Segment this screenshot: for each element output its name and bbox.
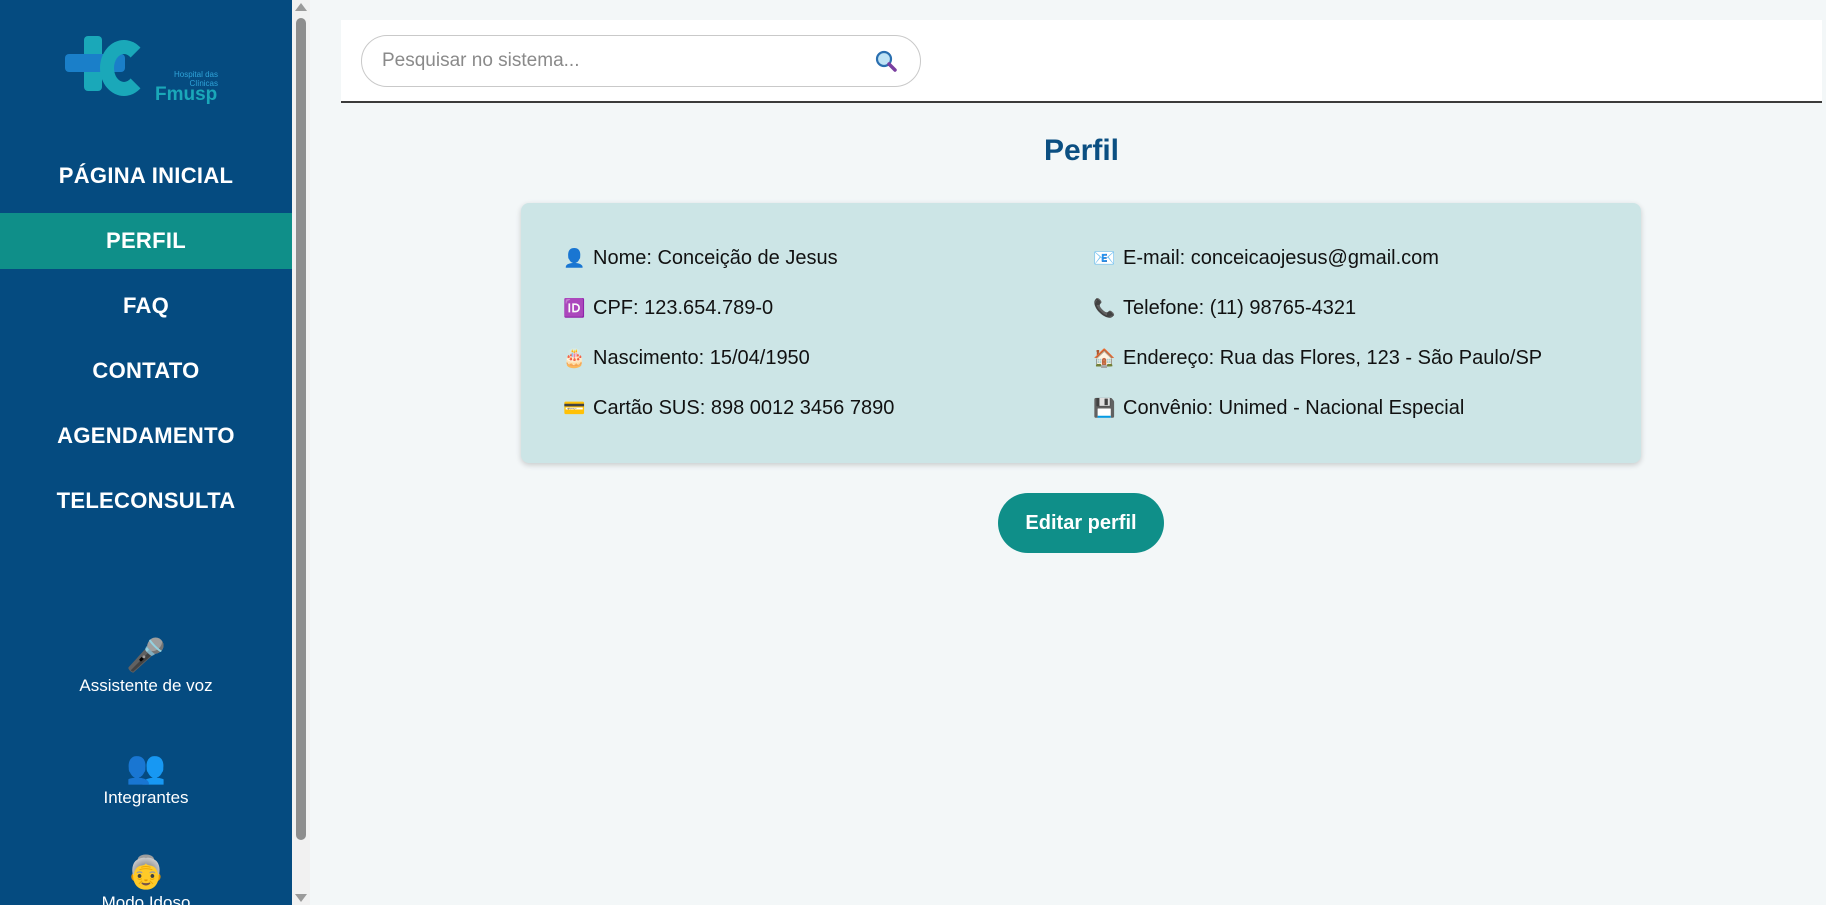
nav-item-pagina-inicial[interactable]: PÁGINA INICIAL bbox=[0, 148, 292, 204]
elderly-person-icon: 👵 bbox=[126, 854, 166, 890]
scroll-thumb[interactable] bbox=[296, 18, 306, 840]
phone-icon: 📞 bbox=[1093, 298, 1116, 318]
elder-mode-label: Modo Idoso bbox=[101, 893, 191, 905]
nav-item-agendamento[interactable]: AGENDAMENTO bbox=[0, 408, 292, 464]
members-button[interactable]: 👥 Integrantes bbox=[0, 748, 292, 808]
logo-brand-text: Fmusp bbox=[155, 84, 218, 105]
logo-c-shape bbox=[100, 40, 148, 96]
voice-assistant-button[interactable]: 🎤 Assistente de voz bbox=[0, 636, 292, 696]
profile-birth-text: Nascimento: 15/04/1950 bbox=[593, 347, 810, 369]
profile-phone-text: Telefone: (11) 98765-4321 bbox=[1123, 297, 1357, 319]
sidebar-scrollbar[interactable] bbox=[292, 0, 310, 905]
profile-address-field: 🏠 Endereço: Rua das Flores, 123 - São Pa… bbox=[1093, 347, 1542, 370]
nav-item-contato[interactable]: CONTATO bbox=[0, 343, 292, 399]
profile-name-field: 👤 Nome: Conceição de Jesus bbox=[563, 247, 838, 270]
scroll-down-arrow-icon[interactable] bbox=[295, 894, 307, 902]
profile-insurance-text: Convênio: Unimed - Nacional Especial bbox=[1123, 397, 1465, 419]
profile-email-field: 📧 E-mail: conceicaojesus@gmail.com bbox=[1093, 247, 1439, 270]
people-icon: 👥 bbox=[126, 749, 166, 785]
main-nav: PÁGINA INICIAL PERFIL FAQ CONTATO AGENDA… bbox=[0, 148, 292, 538]
profile-address-text: Endereço: Rua das Flores, 123 - São Paul… bbox=[1123, 347, 1543, 369]
search-input[interactable] bbox=[382, 36, 862, 86]
profile-sus-field: 💳 Cartão SUS: 898 0012 3456 7890 bbox=[563, 397, 894, 420]
page-title: Perfil bbox=[1043, 134, 1120, 167]
nav-item-teleconsulta[interactable]: TELECONSULTA bbox=[0, 473, 292, 529]
members-label: Integrantes bbox=[103, 788, 189, 807]
elder-mode-button[interactable]: 👵 Modo Idoso bbox=[0, 853, 292, 905]
email-icon: 📧 bbox=[1093, 248, 1116, 268]
hospital-logo[interactable]: Hospital das Clínicas Fmusp bbox=[60, 30, 230, 110]
scroll-up-arrow-icon[interactable] bbox=[295, 3, 307, 11]
edit-profile-button[interactable]: Editar perfil bbox=[998, 493, 1164, 553]
profile-cpf-field: 🆔 CPF: 123.654.789-0 bbox=[563, 297, 773, 320]
nav-item-faq[interactable]: FAQ bbox=[0, 278, 292, 334]
profile-birth-field: 🎂 Nascimento: 15/04/1950 bbox=[563, 347, 810, 370]
id-icon: 🆔 bbox=[563, 298, 586, 318]
credit-card-icon: 💳 bbox=[563, 398, 586, 418]
profile-email-text: E-mail: conceicaojesus@gmail.com bbox=[1123, 247, 1439, 269]
profile-sus-text: Cartão SUS: 898 0012 3456 7890 bbox=[593, 397, 895, 419]
insurance-card-icon: 💾 bbox=[1093, 398, 1116, 418]
sidebar: Hospital das Clínicas Fmusp PÁGINA INICI… bbox=[0, 0, 292, 905]
profile-name-text: Nome: Conceição de Jesus bbox=[593, 247, 838, 269]
profile-cpf-text: CPF: 123.654.789-0 bbox=[593, 297, 774, 319]
top-search-bar bbox=[341, 20, 1822, 103]
house-icon: 🏠 bbox=[1093, 348, 1116, 368]
nav-item-perfil[interactable]: PERFIL bbox=[0, 213, 292, 269]
microphone-icon: 🎤 bbox=[126, 637, 166, 673]
search-box[interactable] bbox=[361, 35, 921, 87]
voice-assistant-label: Assistente de voz bbox=[79, 676, 213, 695]
profile-phone-field: 📞 Telefone: (11) 98765-4321 bbox=[1093, 297, 1356, 320]
user-icon: 👤 bbox=[563, 248, 586, 268]
profile-insurance-field: 💾 Convênio: Unimed - Nacional Especial bbox=[1093, 397, 1464, 420]
birthday-cake-icon: 🎂 bbox=[563, 348, 586, 368]
profile-card: 👤 Nome: Conceição de Jesus 🆔 CPF: 123.65… bbox=[521, 203, 1641, 463]
search-icon[interactable] bbox=[874, 49, 898, 73]
